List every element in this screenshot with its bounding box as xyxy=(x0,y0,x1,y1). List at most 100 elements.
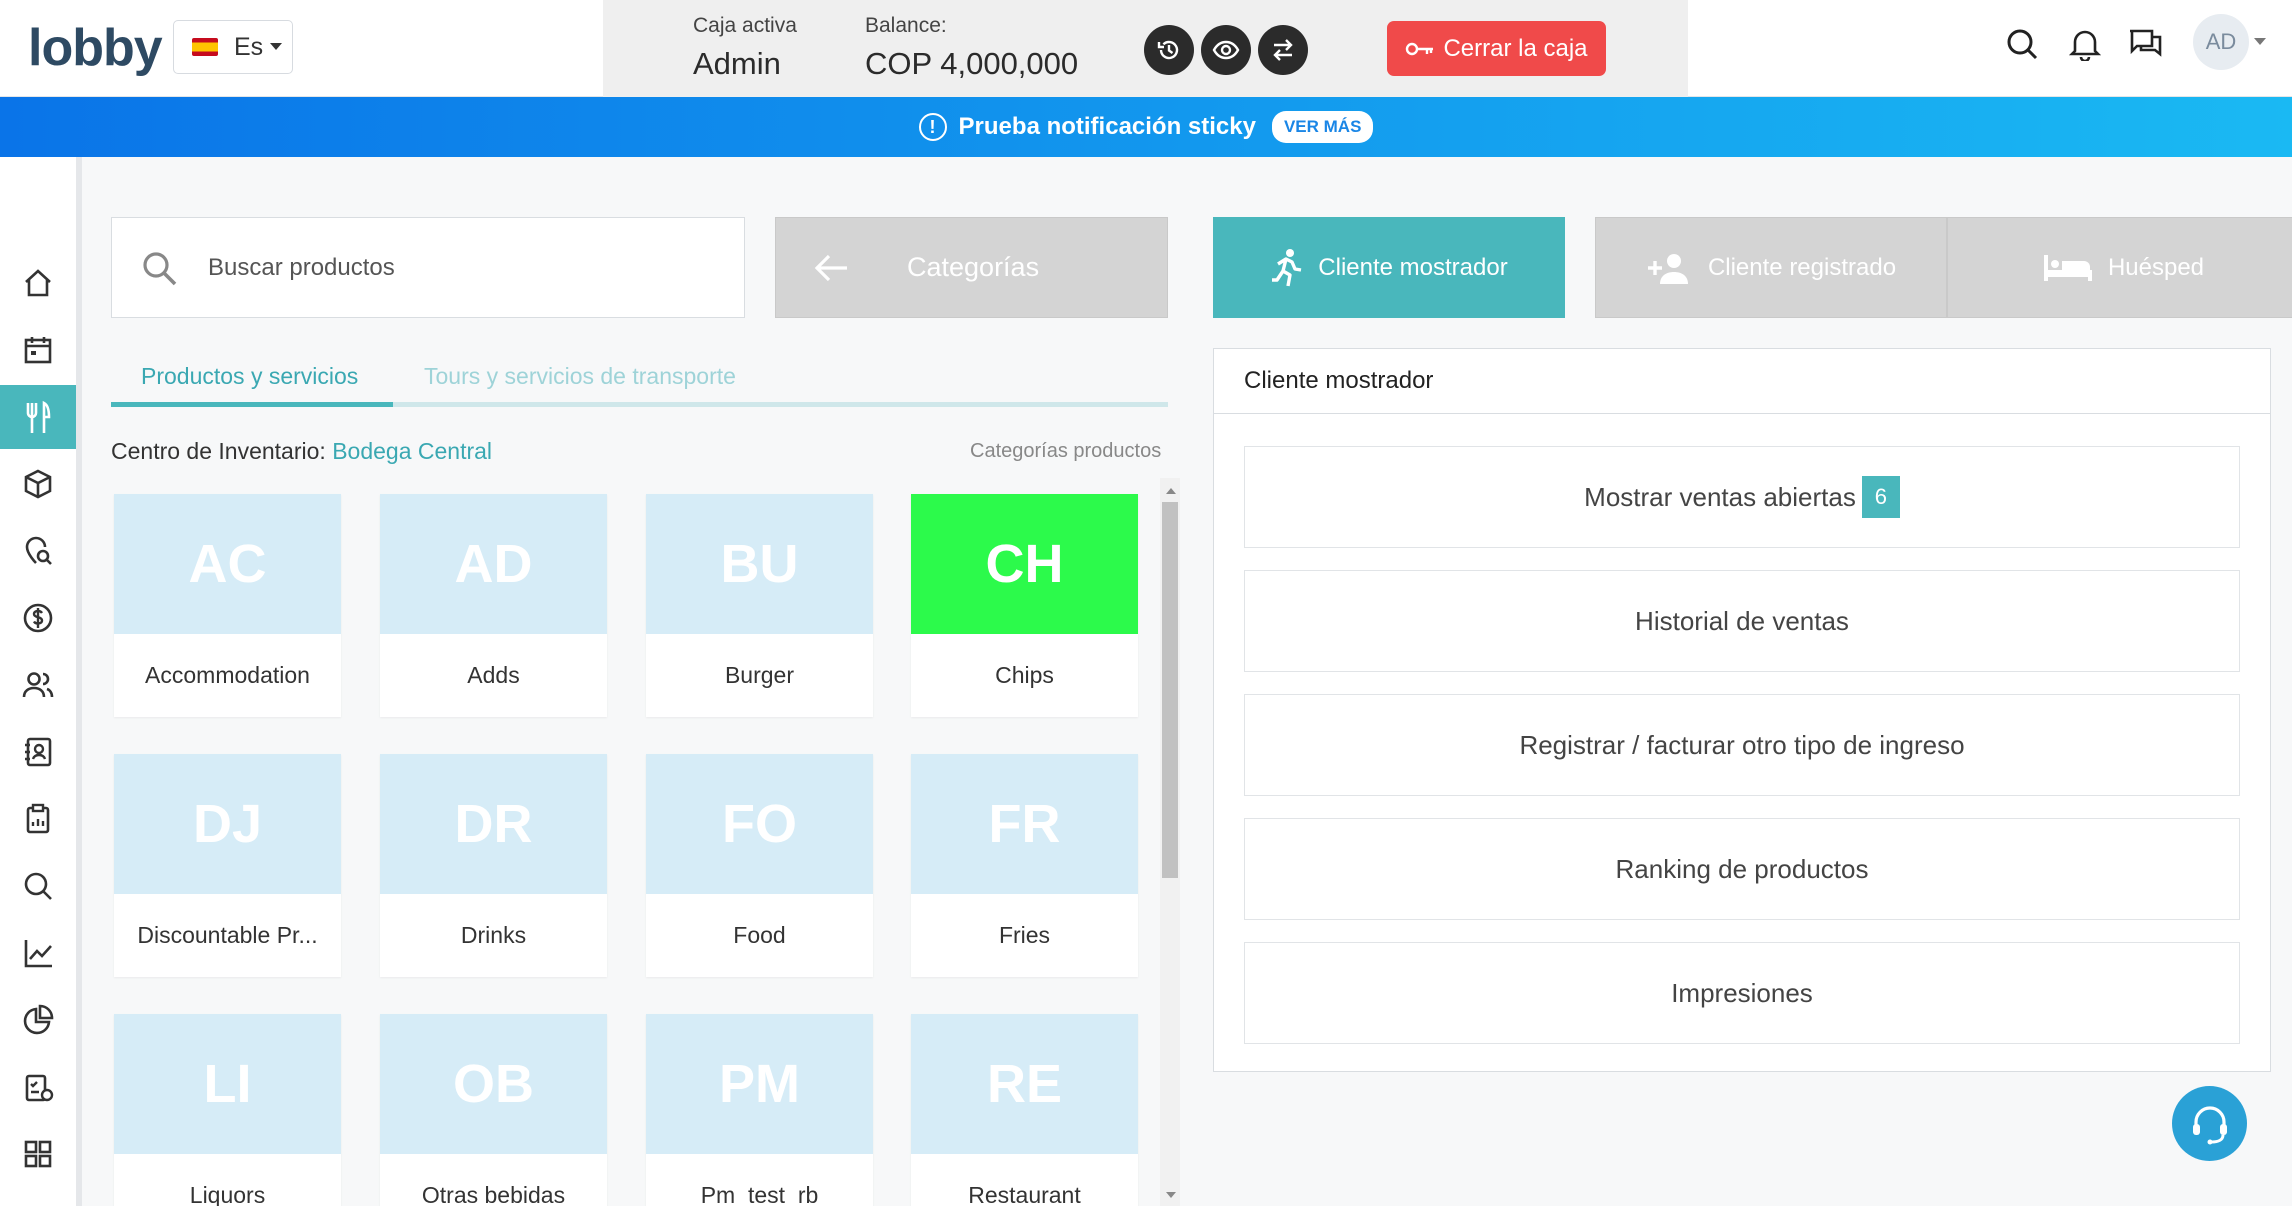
support-chat-button[interactable] xyxy=(2172,1086,2247,1161)
product-ranking-label: Ranking de productos xyxy=(1615,853,1869,884)
customer-panel: Cliente mostrador Mostrar ventas abierta… xyxy=(1213,348,2271,1072)
inventory-center: Centro de Inventario: Bodega Central xyxy=(111,438,492,465)
product-categories-link[interactable]: Categorías productos xyxy=(970,440,1161,463)
lobby-logo[interactable]: lobby xyxy=(28,20,163,76)
product-category-card[interactable]: LI Liquors xyxy=(114,1014,341,1206)
open-sales-count-badge: 6 xyxy=(1861,476,1900,518)
sidebar-item-apps[interactable] xyxy=(0,1122,76,1186)
sticky-notification: ! Prueba notificación sticky VER MÁS xyxy=(0,97,2292,157)
tab-tours-transport[interactable]: Tours y servicios de transporte xyxy=(424,363,736,390)
sidebar-item-restaurant[interactable] xyxy=(0,385,76,449)
product-category-name: Accommodation xyxy=(145,662,310,688)
product-category-card[interactable]: PM Pm_test_rb xyxy=(646,1014,873,1206)
transfer-button[interactable] xyxy=(1258,25,1308,75)
product-category-card[interactable]: DJ Discountable Pr... xyxy=(114,754,341,977)
language-selector[interactable]: Es xyxy=(173,20,293,74)
cash-register-bar: Caja activa Admin Balance: COP 4,000,000… xyxy=(603,0,1688,97)
balance-value: COP 4,000,000 xyxy=(865,46,1079,81)
inventory-link[interactable]: Bodega Central xyxy=(332,438,492,464)
scroll-thumb[interactable] xyxy=(1162,502,1178,878)
chart-line-icon xyxy=(24,940,52,968)
notifications-button[interactable] xyxy=(2065,24,2105,64)
contacts-icon xyxy=(25,737,52,767)
sidebar-item-payments[interactable] xyxy=(0,586,76,650)
product-category-code: DR xyxy=(380,754,607,894)
messages-button[interactable] xyxy=(2125,24,2165,64)
user-avatar[interactable]: AD xyxy=(2193,14,2249,70)
sales-history-button[interactable]: Historial de ventas xyxy=(1244,570,2240,672)
categories-back-button[interactable]: Categorías xyxy=(775,217,1168,318)
search-input[interactable] xyxy=(208,246,708,290)
product-category-name: Burger xyxy=(724,662,795,688)
sidebar-item-contacts[interactable] xyxy=(0,720,76,784)
see-more-button[interactable]: VER MÁS xyxy=(1271,111,1374,143)
product-category-name: Chips xyxy=(995,662,1054,688)
sidebar-item-tasks[interactable] xyxy=(0,1055,76,1119)
product-category-card[interactable]: AC Accommodation xyxy=(114,494,341,717)
product-category-card[interactable]: DR Drinks xyxy=(380,754,607,977)
scroll-down-icon[interactable] xyxy=(1166,1192,1176,1198)
inventory-label: Centro de Inventario: xyxy=(111,438,326,464)
arrow-left-icon xyxy=(814,254,847,281)
product-category-card[interactable]: FO Food xyxy=(646,754,873,977)
registered-customer-label: Cliente registrado xyxy=(1707,253,1897,281)
sidebar-item-inventory[interactable] xyxy=(0,452,76,516)
walk-in-customer-button[interactable]: Cliente mostrador xyxy=(1213,217,1565,318)
product-category-card[interactable]: FR Fries xyxy=(911,754,1138,977)
sidebar-item-locations[interactable] xyxy=(0,519,76,583)
spain-flag-icon xyxy=(192,38,218,56)
language-label: Es xyxy=(234,32,264,61)
top-bar: lobby Es Caja activa Admin Balance: COP … xyxy=(0,0,2292,97)
active-tab-indicator xyxy=(111,402,393,407)
alert-icon: ! xyxy=(918,113,947,141)
global-search-button[interactable] xyxy=(2002,24,2042,64)
walk-in-customer-label: Cliente mostrador xyxy=(1318,253,1508,281)
sidebar-item-home[interactable] xyxy=(0,251,76,315)
users-icon xyxy=(22,672,54,698)
register-other-income-button[interactable]: Registrar / facturar otro tipo de ingres… xyxy=(1244,694,2240,796)
sidebar-item-calendar[interactable] xyxy=(0,318,76,382)
history-button[interactable] xyxy=(1144,25,1194,75)
product-category-card[interactable]: BU Burger xyxy=(646,494,873,717)
product-grid-scrollbar[interactable] xyxy=(1160,478,1180,1206)
active-register-label: Caja activa xyxy=(693,14,797,37)
prints-button[interactable]: Impresiones xyxy=(1244,942,2240,1044)
key-icon xyxy=(1406,42,1434,55)
product-category-card[interactable]: OB Otras bebidas xyxy=(380,1014,607,1206)
show-open-sales-button[interactable]: Mostrar ventas abiertas 6 xyxy=(1244,446,2240,548)
registered-customer-button[interactable]: Cliente registrado xyxy=(1595,217,1947,318)
sidebar-item-analytics[interactable] xyxy=(0,988,76,1052)
transfer-arrows-icon xyxy=(1273,39,1293,61)
product-category-code: DJ xyxy=(114,754,341,894)
product-ranking-button[interactable]: Ranking de productos xyxy=(1244,818,2240,920)
product-category-code: FR xyxy=(911,754,1138,894)
clipboard-icon xyxy=(26,803,50,834)
chat-icon xyxy=(2130,29,2162,57)
view-button[interactable] xyxy=(1201,25,1251,75)
sidebar-item-search[interactable] xyxy=(0,854,76,918)
bed-icon xyxy=(2043,254,2092,281)
sidebar-item-reports[interactable] xyxy=(0,787,76,851)
product-category-card[interactable]: CH Chips xyxy=(911,494,1138,717)
sidebar-item-statistics[interactable] xyxy=(0,921,76,985)
tab-products-services[interactable]: Productos y servicios xyxy=(141,363,358,390)
product-category-code: PM xyxy=(646,1014,873,1154)
active-register-value: Admin xyxy=(693,46,781,81)
dollar-icon xyxy=(23,603,53,633)
history-icon xyxy=(1157,40,1179,60)
search-icon xyxy=(24,872,52,900)
guest-button[interactable]: Huésped xyxy=(1947,217,2292,318)
scroll-up-icon[interactable] xyxy=(1166,488,1176,494)
close-register-button[interactable]: Cerrar la caja xyxy=(1387,21,1606,76)
product-category-code: BU xyxy=(646,494,873,634)
balance-label: Balance: xyxy=(865,14,947,37)
avatar-caret-icon[interactable] xyxy=(2254,38,2266,45)
headset-icon xyxy=(2192,1105,2227,1144)
sidebar-item-users[interactable] xyxy=(0,653,76,717)
product-category-name: Adds xyxy=(467,662,520,688)
product-category-card[interactable]: AD Adds xyxy=(380,494,607,717)
product-category-card[interactable]: RE Restaurant xyxy=(911,1014,1138,1206)
product-search xyxy=(111,217,745,318)
product-category-name: Discountable Pr... xyxy=(137,922,318,948)
notification-text: Prueba notificación sticky xyxy=(958,113,1256,140)
